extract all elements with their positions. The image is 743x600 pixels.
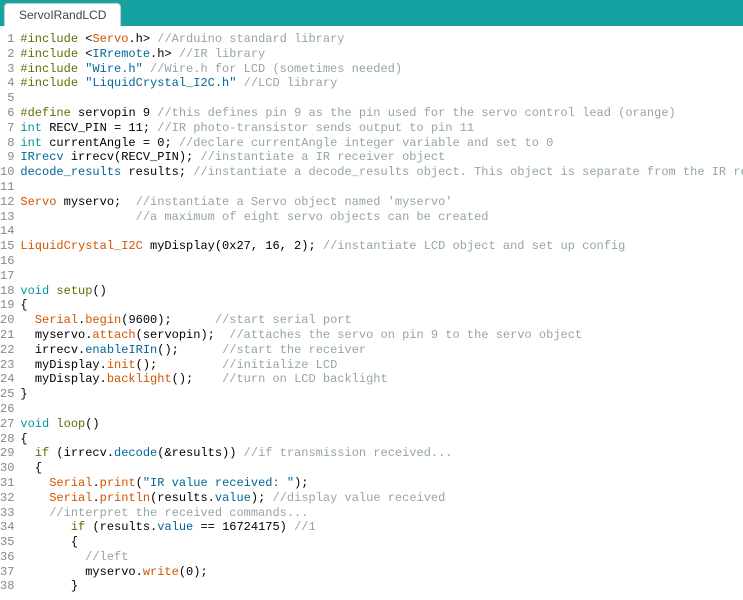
code-line[interactable] [20, 402, 743, 417]
line-number: 25 [0, 387, 14, 402]
line-number: 3 [0, 62, 14, 77]
code-line[interactable] [20, 224, 743, 239]
code-line[interactable]: { [20, 298, 743, 313]
code-line[interactable]: { [20, 432, 743, 447]
code-line[interactable]: LiquidCrystal_I2C myDisplay(0x27, 16, 2)… [20, 239, 743, 254]
line-number: 37 [0, 565, 14, 580]
code-line[interactable]: IRrecv irrecv(RECV_PIN); //instantiate a… [20, 150, 743, 165]
line-number: 14 [0, 224, 14, 239]
line-number: 38 [0, 579, 14, 594]
code-line[interactable]: #include "Wire.h" //Wire.h for LCD (some… [20, 62, 743, 77]
line-number: 27 [0, 417, 14, 432]
line-number: 20 [0, 313, 14, 328]
code-line[interactable]: } [20, 387, 743, 402]
code-line[interactable]: //interpret the received commands... [20, 506, 743, 521]
line-number: 7 [0, 121, 14, 136]
line-number: 36 [0, 550, 14, 565]
code-line[interactable]: { [20, 535, 743, 550]
code-line[interactable]: //a maximum of eight servo objects can b… [20, 210, 743, 225]
code-line[interactable]: Servo myservo; //instantiate a Servo obj… [20, 195, 743, 210]
code-line[interactable]: #include <IRremote.h> //IR library [20, 47, 743, 62]
code-line[interactable]: decode_results results; //instantiate a … [20, 165, 743, 180]
code-area[interactable]: #include <Servo.h> //Arduino standard li… [20, 32, 743, 594]
code-line[interactable] [20, 91, 743, 106]
code-line[interactable]: if (results.value == 16724175) //1 [20, 520, 743, 535]
code-line[interactable]: #include <Servo.h> //Arduino standard li… [20, 32, 743, 47]
line-number: 32 [0, 491, 14, 506]
line-number: 2 [0, 47, 14, 62]
line-number: 35 [0, 535, 14, 550]
code-line[interactable]: myDisplay.backlight(); //turn on LCD bac… [20, 372, 743, 387]
line-number: 10 [0, 165, 14, 180]
line-number: 29 [0, 446, 14, 461]
line-number: 8 [0, 136, 14, 151]
tab-servoirandlcd[interactable]: ServoIRandLCD [4, 3, 121, 26]
code-line[interactable] [20, 180, 743, 195]
line-number: 4 [0, 76, 14, 91]
code-line[interactable]: { [20, 461, 743, 476]
line-number: 11 [0, 180, 14, 195]
line-number: 34 [0, 520, 14, 535]
line-number: 22 [0, 343, 14, 358]
line-number: 9 [0, 150, 14, 165]
code-line[interactable]: int RECV_PIN = 11; //IR photo-transistor… [20, 121, 743, 136]
code-line[interactable]: myservo.attach(servopin); //attaches the… [20, 328, 743, 343]
line-number: 28 [0, 432, 14, 447]
line-number: 21 [0, 328, 14, 343]
line-number: 17 [0, 269, 14, 284]
code-line[interactable]: Serial.print("IR value received: "); [20, 476, 743, 491]
code-line[interactable]: //left [20, 550, 743, 565]
code-line[interactable]: void setup() [20, 284, 743, 299]
code-line[interactable]: } [20, 579, 743, 594]
code-editor[interactable]: 1234567891011121314151617181920212223242… [0, 26, 743, 594]
code-line[interactable]: myDisplay.init(); //initialize LCD [20, 358, 743, 373]
line-number: 24 [0, 372, 14, 387]
line-number: 30 [0, 461, 14, 476]
line-number: 31 [0, 476, 14, 491]
tab-bar: ServoIRandLCD [0, 0, 743, 26]
line-number: 23 [0, 358, 14, 373]
line-number: 13 [0, 210, 14, 225]
code-line[interactable]: Serial.begin(9600); //start serial port [20, 313, 743, 328]
line-number-gutter: 1234567891011121314151617181920212223242… [0, 32, 20, 594]
code-line[interactable]: int currentAngle = 0; //declare currentA… [20, 136, 743, 151]
line-number: 12 [0, 195, 14, 210]
line-number: 1 [0, 32, 14, 47]
code-line[interactable]: if (irrecv.decode(&results)) //if transm… [20, 446, 743, 461]
line-number: 18 [0, 284, 14, 299]
line-number: 33 [0, 506, 14, 521]
code-line[interactable]: void loop() [20, 417, 743, 432]
line-number: 15 [0, 239, 14, 254]
line-number: 16 [0, 254, 14, 269]
code-line[interactable]: Serial.println(results.value); //display… [20, 491, 743, 506]
line-number: 5 [0, 91, 14, 106]
line-number: 19 [0, 298, 14, 313]
code-line[interactable]: irrecv.enableIRIn(); //start the receive… [20, 343, 743, 358]
code-line[interactable] [20, 269, 743, 284]
code-line[interactable]: myservo.write(0); [20, 565, 743, 580]
line-number: 26 [0, 402, 14, 417]
code-line[interactable]: #define servopin 9 //this defines pin 9 … [20, 106, 743, 121]
line-number: 6 [0, 106, 14, 121]
code-line[interactable]: #include "LiquidCrystal_I2C.h" //LCD lib… [20, 76, 743, 91]
code-line[interactable] [20, 254, 743, 269]
